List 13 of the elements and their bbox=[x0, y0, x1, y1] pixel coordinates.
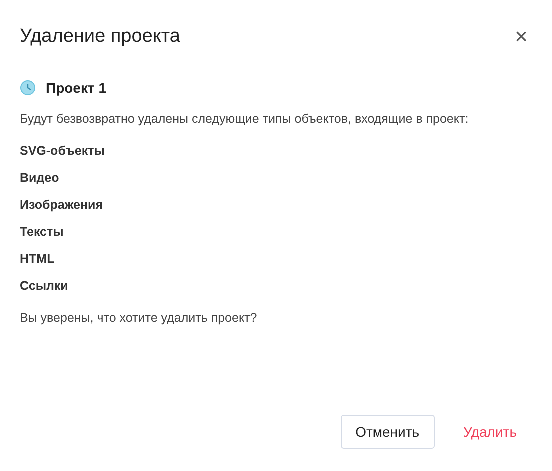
object-type: HTML bbox=[20, 252, 56, 267]
cancel-button[interactable]: Отменить bbox=[340, 415, 435, 449]
dialog-title: Удаление проекта bbox=[20, 26, 180, 48]
object-type: SVG-объекты bbox=[20, 144, 106, 159]
close-button[interactable]: × bbox=[513, 26, 530, 48]
confirmation-question: Вы уверены, что хотите удалить проект? bbox=[20, 311, 258, 325]
object-type: Изображения bbox=[20, 198, 104, 213]
object-type: Тексты bbox=[20, 225, 65, 240]
description: Будут безвозвратно удалены следующие типы объектов, входящие в проект: bbox=[20, 112, 470, 126]
object-type: Видео bbox=[20, 171, 60, 186]
project-name: Проект 1 bbox=[46, 80, 106, 96]
object-type: Ссылки bbox=[20, 279, 70, 294]
clock-icon bbox=[20, 80, 36, 96]
